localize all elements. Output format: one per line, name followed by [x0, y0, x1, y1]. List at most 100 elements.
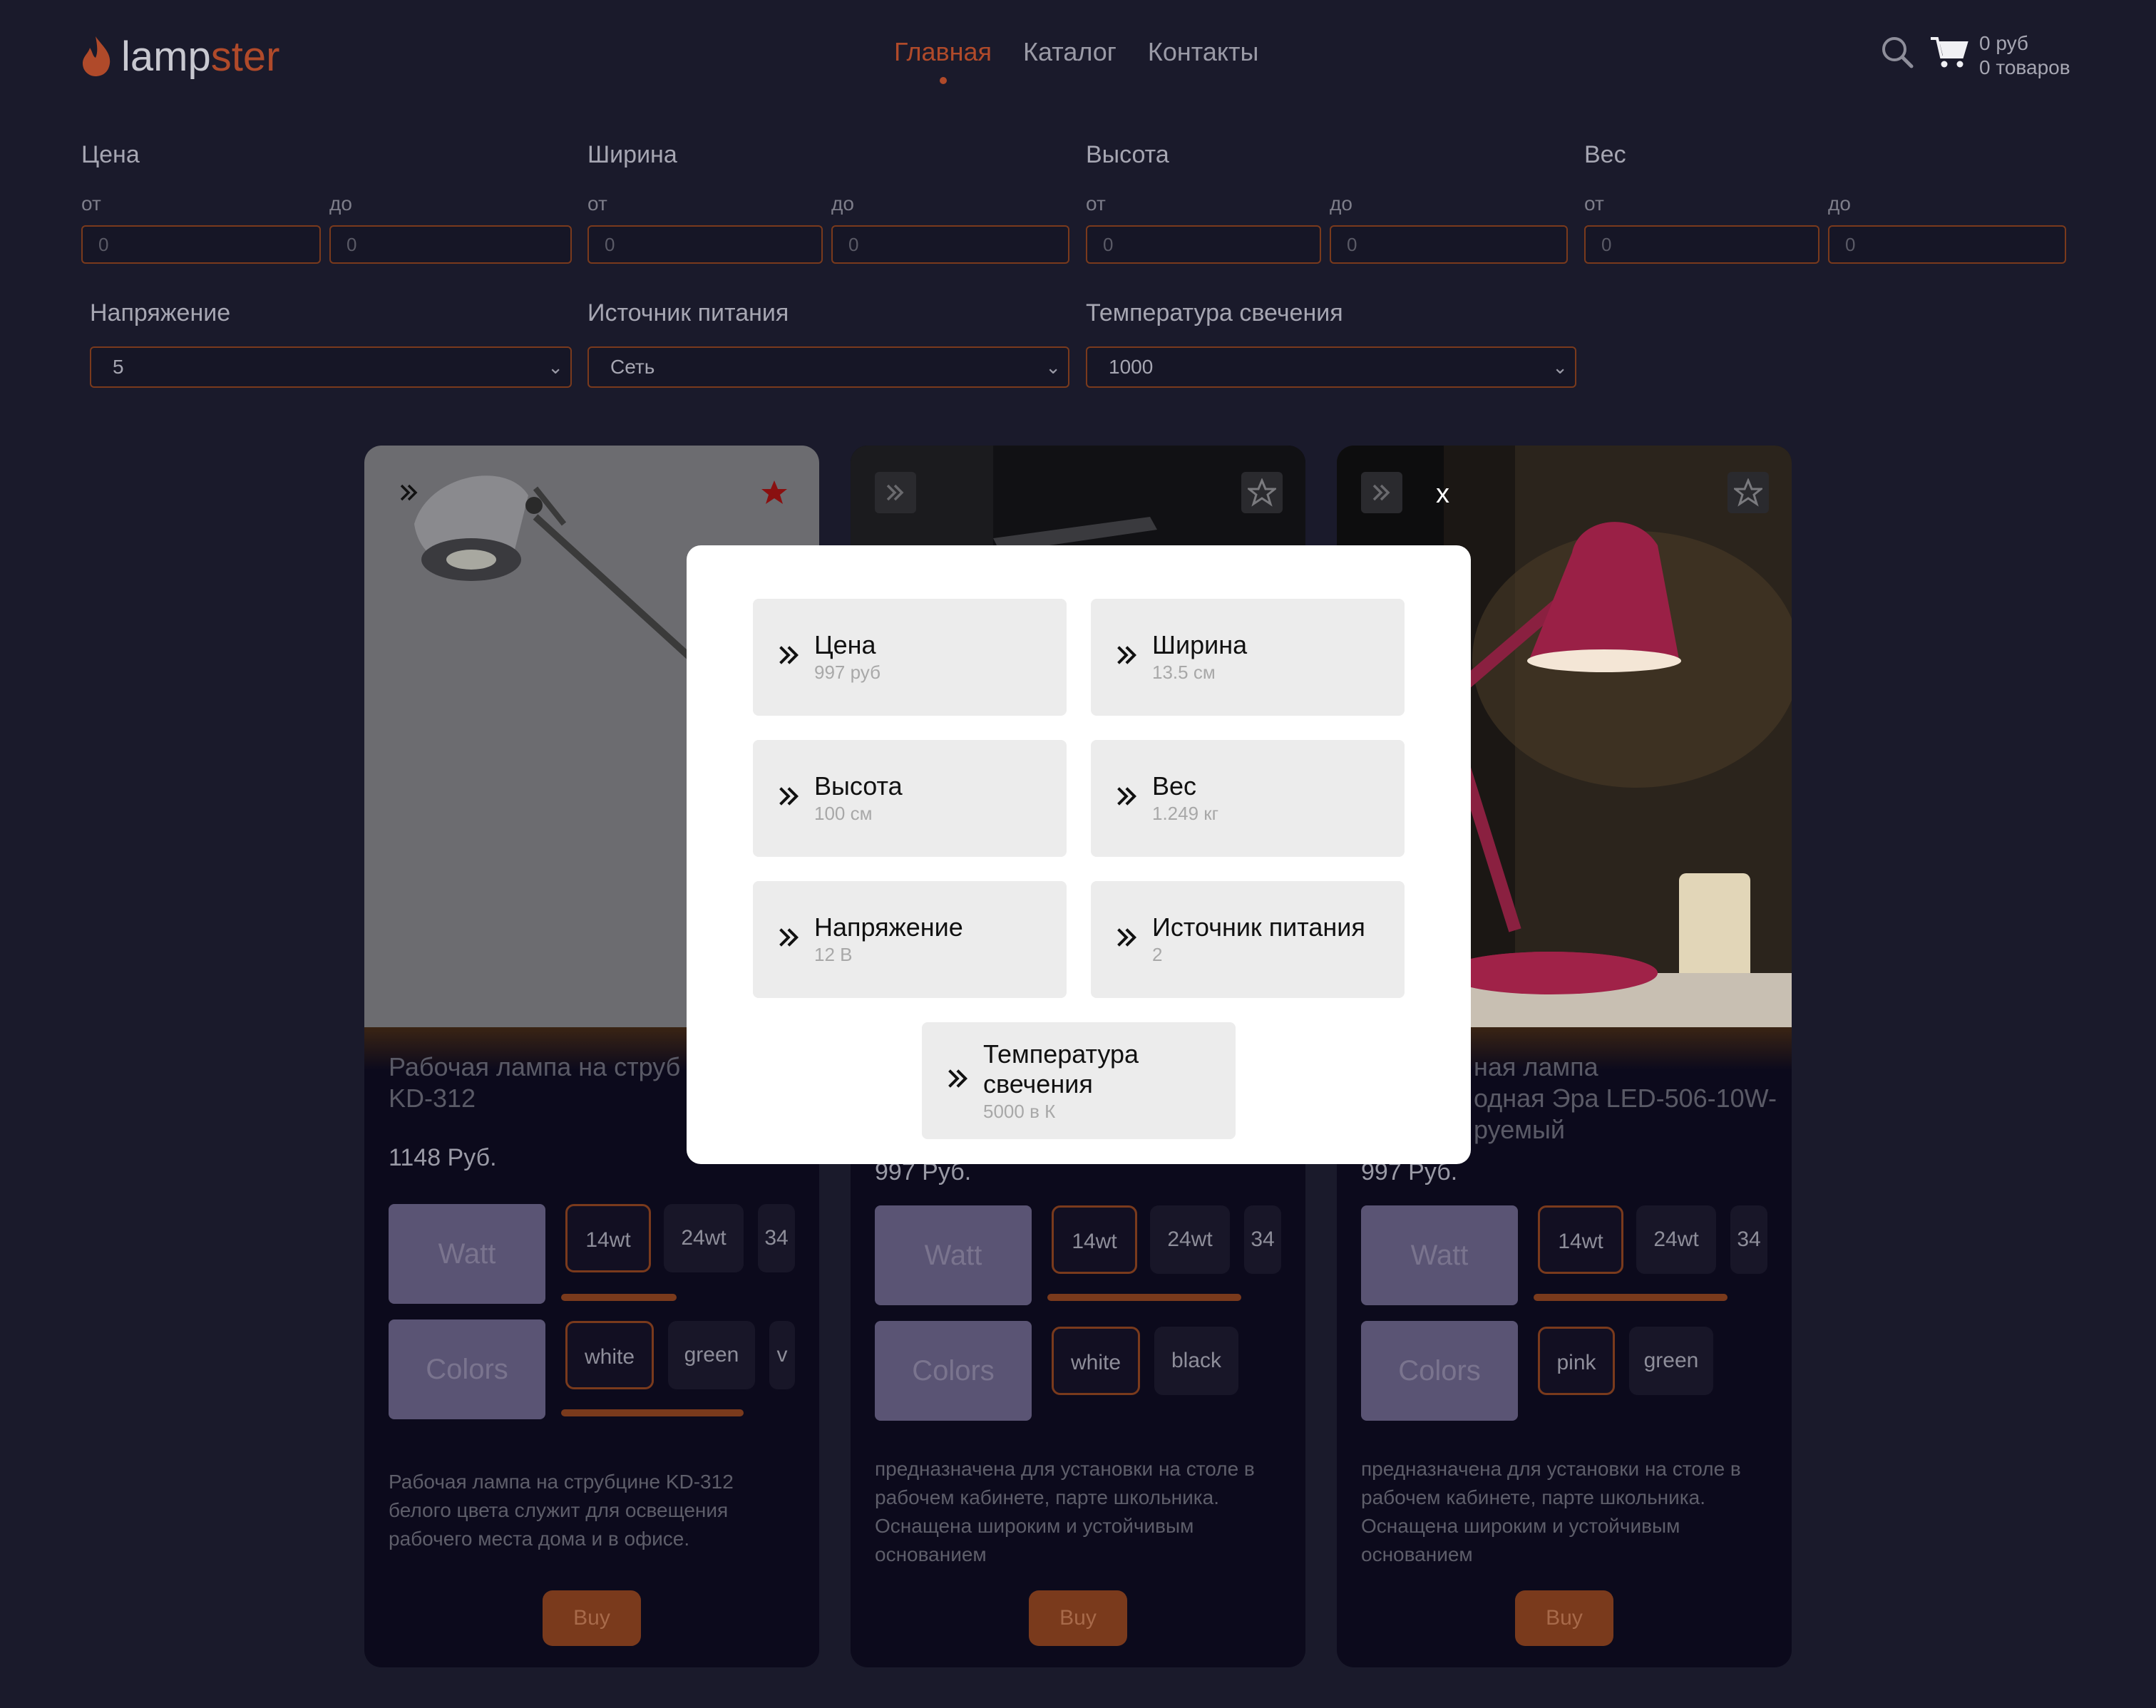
watt-option-14[interactable]: 14wt — [565, 1204, 651, 1272]
nav-item-home[interactable]: Главная — [894, 37, 992, 84]
compare-button[interactable] — [1361, 472, 1402, 513]
buy-button[interactable]: Buy — [1515, 1590, 1613, 1646]
color-option-green[interactable]: green — [668, 1321, 755, 1389]
description-line: предназначена для установки на столе в — [1361, 1458, 1741, 1480]
color-option-green[interactable]: green — [1629, 1327, 1713, 1395]
colors-label-box: Colors — [1361, 1321, 1518, 1421]
double-chevron-right-icon — [1117, 928, 1137, 947]
cart-icon[interactable] — [1929, 34, 1969, 70]
filter-price-to-input[interactable]: 0 — [329, 225, 572, 264]
watt-label-box: Watt — [1361, 1205, 1518, 1305]
compare-button[interactable] — [875, 472, 916, 513]
cart-summary[interactable]: 0 руб 0 товаров — [1979, 31, 2070, 80]
spec-title: Температура свечения — [983, 1039, 1139, 1099]
product-title-line3: руемый — [1474, 1115, 1565, 1144]
logo[interactable]: lamp ster — [80, 31, 279, 81]
modal-close-button[interactable]: x — [1436, 479, 1449, 510]
double-chevron-right-icon — [1117, 787, 1137, 806]
watt-option-24[interactable]: 24wt — [664, 1204, 744, 1272]
compare-button[interactable] — [389, 472, 430, 513]
spec-height[interactable]: Высота 100 см — [753, 740, 1067, 857]
product-title[interactable]: ная лампа одная Эра LED-506-10W- руемый — [1474, 1051, 1777, 1146]
search-icon[interactable] — [1879, 34, 1915, 70]
filter-weight-to-input[interactable]: 0 — [1828, 225, 2066, 264]
color-option-pink[interactable]: pink — [1538, 1327, 1615, 1395]
filter-power-source-select[interactable]: Сеть ⌄ — [587, 346, 1069, 388]
watt-option-34[interactable]: 34 — [758, 1204, 795, 1272]
filter-color-temp-label: Температура свечения — [1086, 299, 1343, 326]
spec-voltage[interactable]: Напряжение 12 В — [753, 881, 1067, 998]
description-line: Оснащена широким и устойчивым — [875, 1515, 1194, 1537]
chevron-down-icon: ⌄ — [1045, 356, 1061, 378]
filter-weight-from-input[interactable]: 0 — [1584, 225, 1819, 264]
spec-value: 1.249 кг — [1152, 803, 1219, 824]
filter-width-from-input[interactable]: 0 — [587, 225, 823, 264]
filter-voltage-value: 5 — [113, 356, 124, 378]
color-option-black[interactable]: black — [1154, 1327, 1238, 1395]
watt-option-24[interactable]: 24wt — [1150, 1205, 1230, 1274]
watt-option-34[interactable]: 34 — [1244, 1205, 1281, 1274]
watt-option-34[interactable]: 34 — [1730, 1205, 1767, 1274]
watt-scrollbar[interactable] — [561, 1294, 677, 1301]
favorite-button[interactable] — [1728, 472, 1769, 513]
product-title-line2: одная Эра LED-506-10W- — [1474, 1084, 1777, 1113]
colors-label-box: Colors — [875, 1321, 1032, 1421]
filter-power-source-label: Источник питания — [587, 299, 789, 326]
specs-modal: Цена 997 руб Ширина 13.5 см Высота 100 с… — [687, 545, 1471, 1164]
spec-title: Источник питания — [1152, 912, 1365, 942]
nav-item-contacts[interactable]: Контакты — [1148, 37, 1259, 67]
buy-button[interactable]: Buy — [1029, 1590, 1127, 1646]
description-line: рабочем кабинете, парте школьника. — [875, 1486, 1219, 1508]
nav-item-catalog-label: Каталог — [1023, 37, 1116, 66]
filter-height-to-input[interactable]: 0 — [1330, 225, 1568, 264]
color-option-partial[interactable]: v — [769, 1321, 795, 1389]
filter-width-to-input[interactable]: 0 — [831, 225, 1069, 264]
filter-voltage-select[interactable]: 5 ⌄ — [90, 346, 572, 388]
watt-scrollbar[interactable] — [1534, 1294, 1728, 1301]
color-option-white[interactable]: white — [565, 1321, 654, 1389]
product-price: 1148 Руб. — [389, 1144, 497, 1171]
filter-color-temp-select[interactable]: 1000 ⌄ — [1086, 346, 1576, 388]
spec-power-source[interactable]: Источник питания 2 — [1091, 881, 1405, 998]
filter-height-from-input[interactable]: 0 — [1086, 225, 1321, 264]
filter-price-from-input[interactable]: 0 — [81, 225, 321, 264]
main-nav: Главная Каталог Контакты — [894, 37, 1259, 84]
product-title[interactable]: Рабочая лампа на струб KD-312 — [389, 1051, 680, 1114]
nav-item-contacts-label: Контакты — [1147, 37, 1259, 66]
double-chevron-right-icon — [779, 787, 799, 806]
favorite-button[interactable] — [754, 472, 795, 513]
product-description: предназначена для установки на столе в р… — [1361, 1455, 1760, 1569]
double-chevron-right-icon — [779, 928, 799, 947]
spec-width[interactable]: Ширина 13.5 см — [1091, 599, 1405, 716]
watt-option-14[interactable]: 14wt — [1052, 1205, 1137, 1274]
filter-height-from-label: от — [1086, 192, 1106, 215]
color-option-white[interactable]: white — [1052, 1327, 1140, 1395]
logo-text-lamp: lamp — [121, 33, 211, 80]
cart-count: 0 товаров — [1979, 56, 2070, 78]
spec-value: 12 В — [814, 944, 853, 965]
description-line: предназначена для установки на столе в — [875, 1458, 1255, 1480]
product-description: Рабочая лампа на струбцине KD-312 белого… — [389, 1468, 788, 1553]
spec-value: 5000 в К — [983, 1101, 1056, 1122]
spec-value: 2 — [1152, 944, 1163, 965]
spec-title: Вес — [1152, 771, 1197, 801]
spec-color-temperature[interactable]: Температура свечения 5000 в К — [922, 1022, 1236, 1139]
spec-weight[interactable]: Вес 1.249 кг — [1091, 740, 1405, 857]
nav-item-catalog[interactable]: Каталог — [1023, 37, 1116, 67]
double-chevron-right-icon — [400, 484, 418, 501]
chevron-down-icon: ⌄ — [1552, 356, 1568, 378]
watt-option-14[interactable]: 14wt — [1538, 1205, 1623, 1274]
product-description: предназначена для установки на столе в р… — [875, 1455, 1274, 1569]
buy-button[interactable]: Buy — [543, 1590, 641, 1646]
nav-item-home-label: Главная — [894, 37, 992, 66]
filter-price-label: Цена — [81, 141, 140, 168]
double-chevron-right-icon — [886, 484, 904, 501]
watt-option-24[interactable]: 24wt — [1636, 1205, 1716, 1274]
spec-price[interactable]: Цена 997 руб — [753, 599, 1067, 716]
favorite-button[interactable] — [1241, 472, 1283, 513]
watt-scrollbar[interactable] — [1047, 1294, 1241, 1301]
colors-scrollbar[interactable] — [561, 1409, 744, 1416]
watt-label-box: Watt — [389, 1204, 545, 1304]
filter-width-from-label: от — [587, 192, 607, 215]
product-title-line1: Рабочая лампа на струб — [389, 1052, 681, 1081]
